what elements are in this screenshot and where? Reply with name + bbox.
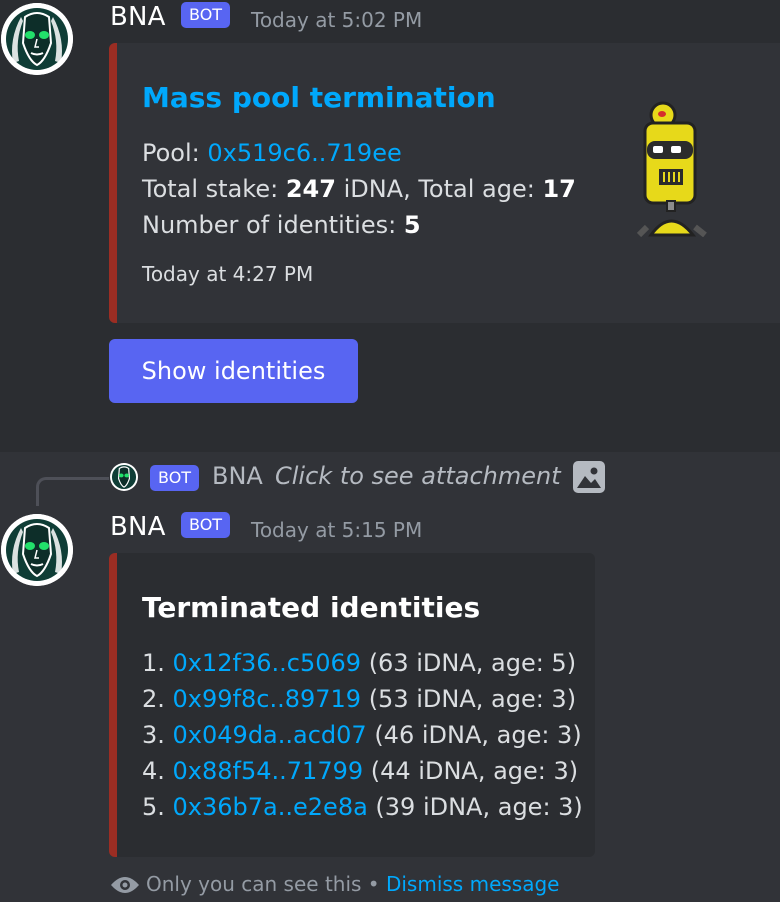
stake-unit: iDNA, Total age: <box>335 175 543 203</box>
list-item-detail: (46 iDNA, age: 3) <box>366 721 582 749</box>
identity-address-link[interactable]: 0x36b7a..e2e8a <box>173 793 368 821</box>
identity-address-link[interactable]: 0x99f8c..89719 <box>173 685 362 713</box>
reply-connector <box>36 477 109 506</box>
stake-label: Total stake: <box>142 175 286 203</box>
avatar-face-icon <box>1 514 73 586</box>
list-item-number: 3. <box>142 721 173 749</box>
dismiss-message-link[interactable]: Dismiss message <box>386 872 560 896</box>
identity-address-link[interactable]: 0x12f36..c5069 <box>173 649 362 677</box>
embed-title: Terminated identities <box>142 591 481 624</box>
identities-value: 5 <box>403 211 421 239</box>
pool-address-link[interactable]: 0x519c6..719ee <box>207 139 401 167</box>
identity-address-link[interactable]: 0x049da..acd07 <box>173 721 367 749</box>
list-item-number: 2. <box>142 685 173 713</box>
stake-line: Total stake: 247 iDNA, Total age: 17 <box>142 175 576 203</box>
username[interactable]: BNA <box>110 512 166 542</box>
bot-avatar[interactable] <box>1 514 73 586</box>
list-item: 5. 0x36b7a..e2e8a (39 iDNA, age: 3) <box>142 793 583 829</box>
identity-address-link[interactable]: 0x88f54..71799 <box>173 757 364 785</box>
list-item: 1. 0x12f36..c5069 (63 iDNA, age: 5) <box>142 649 583 685</box>
ephemeral-separator: • <box>361 872 386 896</box>
message-timestamp[interactable]: Today at 5:02 PM <box>251 8 422 32</box>
robot-thumbnail-icon[interactable] <box>637 97 717 237</box>
stake-value: 247 <box>285 175 336 203</box>
bot-badge: BOT <box>181 512 231 538</box>
reply-username[interactable]: BNA <box>212 462 263 490</box>
identities-list: 1. 0x12f36..c5069 (63 iDNA, age: 5) 2. 0… <box>142 649 583 829</box>
eye-icon <box>111 877 139 893</box>
list-item-detail: (53 iDNA, age: 3) <box>361 685 577 713</box>
pool-label: Pool: <box>142 139 208 167</box>
reply-preview-text[interactable]: Click to see attachment <box>275 462 561 490</box>
identities-label: Number of identities: <box>142 211 404 239</box>
list-item-detail: (39 iDNA, age: 3) <box>367 793 583 821</box>
avatar-face-icon <box>1 3 73 75</box>
list-item: 3. 0x049da..acd07 (46 iDNA, age: 3) <box>142 721 583 757</box>
pool-line: Pool: 0x519c6..719ee <box>142 139 402 167</box>
ephemeral-text: Only you can see this <box>146 872 362 896</box>
embed-card: Mass pool termination Pool: 0x519c6..719… <box>109 43 780 323</box>
show-identities-button[interactable]: Show identities <box>109 339 358 403</box>
list-item-detail: (63 iDNA, age: 5) <box>361 649 577 677</box>
list-item: 4. 0x88f54..71799 (44 iDNA, age: 3) <box>142 757 583 793</box>
embed-title[interactable]: Mass pool termination <box>142 81 496 114</box>
list-item-number: 5. <box>142 793 173 821</box>
embed-card: Terminated identities 1. 0x12f36..c5069 … <box>109 553 595 857</box>
identities-line: Number of identities: 5 <box>142 211 421 239</box>
bot-badge: BOT <box>181 2 231 28</box>
username[interactable]: BNA <box>110 2 166 32</box>
age-value: 17 <box>542 175 576 203</box>
list-item-detail: (44 iDNA, age: 3) <box>363 757 579 785</box>
image-attachment-icon <box>573 461 605 493</box>
bot-avatar[interactable] <box>1 3 73 75</box>
message-timestamp[interactable]: Today at 5:15 PM <box>251 518 422 542</box>
ephemeral-notice: Only you can see this • Dismiss message <box>110 872 559 896</box>
list-item-number: 4. <box>142 757 173 785</box>
list-item-number: 1. <box>142 649 173 677</box>
message-1: BNA BOT Today at 5:02 PM Mass pool termi… <box>0 0 780 452</box>
list-item: 2. 0x99f8c..89719 (53 iDNA, age: 3) <box>142 685 583 721</box>
embed-footer-timestamp: Today at 4:27 PM <box>142 262 314 286</box>
avatar-face-icon <box>111 464 137 490</box>
reply-bot-badge: BOT <box>150 465 200 491</box>
reply-avatar[interactable] <box>110 463 138 491</box>
